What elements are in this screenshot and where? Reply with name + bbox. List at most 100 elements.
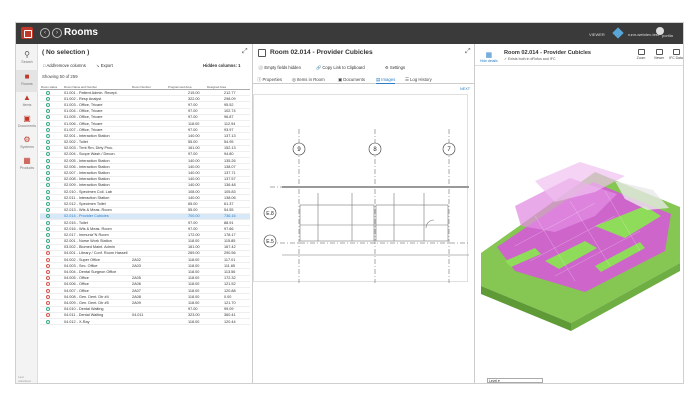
room-icon — [258, 49, 266, 57]
room-number-cell: 2A02 — [132, 257, 141, 262]
sidebar-item-products[interactable]: ▦ Products — [16, 154, 38, 176]
programmed-area-cell: 140.00 — [188, 133, 200, 138]
ifc-data-label: IFC Data — [669, 56, 683, 60]
designed-area-cell: 138.07 — [224, 164, 236, 169]
designed-area-cell: 137.71 — [224, 171, 236, 176]
room-name-cell: 02.003 - Trmt Rm, Dirty Proc. — [64, 146, 114, 151]
export-button[interactable]: ↘ Export — [96, 63, 113, 68]
add-remove-columns-button[interactable]: □ Add/remove columns — [43, 63, 86, 68]
room-name-cell: 04.009 - Gen. Dent. Dtr #5 — [64, 300, 109, 305]
back-icon[interactable]: ‹ — [40, 28, 50, 38]
room-number-cell: 2A05 — [132, 276, 141, 281]
room-name-cell: 02.017 - Immuniz"N Room — [64, 232, 109, 237]
designed-area-cell: 0.00 — [224, 294, 232, 299]
sidebar-item-documents[interactable]: ▣ Documents — [16, 112, 38, 134]
copy-link-label: Copy Link to Clipboard — [322, 65, 365, 70]
designed-area-cell: 117.01 — [224, 257, 236, 262]
list-toolbar: □ Add/remove columns ↘ Export Hidden col… — [41, 63, 251, 71]
room-name-cell: 02.016 - Wts & Meas. Room — [64, 226, 112, 231]
programmed-area-cell: 97.00 — [188, 220, 198, 225]
status-ok-icon — [46, 201, 50, 206]
designed-area-cell: 172.32 — [224, 276, 236, 281]
page-title: Rooms — [64, 27, 98, 38]
sidebar-item-systems[interactable]: ⚙ Systems — [16, 133, 38, 155]
sidebar-item-rooms[interactable]: ■ Rooms — [16, 70, 38, 92]
sidebar-footer: Last refreshed — [18, 375, 31, 383]
status-ok-icon — [46, 183, 50, 188]
app-logo — [21, 27, 33, 39]
column-header[interactable]: Programmed Area — [168, 85, 191, 89]
3d-model-view[interactable] — [475, 66, 683, 377]
status-ok-icon — [46, 102, 50, 107]
copy-link-button[interactable]: 🔗 Copy Link to Clipboard — [316, 65, 365, 71]
status-ok-icon — [46, 319, 50, 324]
column-header[interactable]: Room Number — [132, 85, 151, 89]
designed-area-cell: 61.37 — [224, 201, 234, 206]
room-number-cell: 2A08 — [132, 294, 141, 299]
status-error-icon — [46, 282, 50, 287]
programmed-area-cell: 118.00 — [188, 121, 200, 126]
programmed-area-cell: 161.00 — [188, 146, 200, 151]
sidebar-item-label: Items — [22, 103, 32, 107]
room-number-cell: 2A06 — [132, 282, 141, 287]
hide-details-button[interactable]: ▦ Hide details — [480, 52, 498, 63]
designed-area-cell: 152.13 — [224, 146, 236, 151]
designed-area-cell: 167.42 — [224, 245, 236, 250]
programmed-area-cell: 215.00 — [188, 90, 200, 95]
designed-area-cell: 736.16 — [224, 214, 236, 219]
designed-area-cell: 360.41 — [224, 313, 236, 318]
designed-area-cell: 54.55 — [224, 208, 234, 213]
viewer-button[interactable]: Viewer — [651, 49, 667, 60]
designed-area-cell: 290.56 — [224, 251, 236, 256]
room-icon: ■ — [24, 72, 30, 81]
sidebar-item-search[interactable]: ⚲ Search — [16, 48, 38, 70]
room-name-cell: 02.014 - Provider Cubicles — [64, 214, 109, 219]
tab-log-history[interactable]: ☰ Log History — [405, 77, 432, 83]
next-link[interactable]: NEXT — [460, 87, 470, 91]
viewer-icon — [655, 49, 663, 55]
user-name[interactable]: portila — [662, 33, 673, 38]
programmed-area-cell: 118.00 — [188, 263, 200, 268]
table-row[interactable]: 04.012 - X-Ray 118.00 120.44 — [40, 319, 250, 326]
column-header[interactable]: Designed Area — [207, 85, 226, 89]
expand-icon[interactable]: ⤢ — [465, 48, 471, 56]
designed-area-cell: 298.09 — [224, 96, 236, 101]
status-ok-icon — [46, 121, 50, 126]
room-name-cell: 01.003 - Office, Tricare — [64, 102, 103, 107]
hidden-columns-count[interactable]: Hidden columns: 1 — [203, 63, 240, 68]
designed-area-cell: 97.66 — [224, 226, 234, 231]
tab-documents[interactable]: ▣ Documents — [338, 77, 365, 83]
designed-area-cell: 96.87 — [224, 115, 234, 120]
list-title: ( No selection ) — [42, 49, 90, 56]
forward-icon[interactable]: › — [52, 28, 62, 38]
settings-button[interactable]: ⚙ Settings — [385, 65, 405, 70]
column-header[interactable]: Room Name and Number — [64, 85, 97, 89]
sidebar-item-items[interactable]: ▲ Items — [16, 91, 38, 113]
tab-properties[interactable]: ⓘ Properties — [257, 77, 282, 83]
ifc-data-button[interactable]: IFC Data — [668, 49, 683, 60]
status-error-icon — [46, 263, 50, 268]
viewer-cube-icon[interactable] — [612, 27, 624, 39]
room-name-cell: 04.005 - Office — [64, 276, 89, 281]
tab-items-in-room[interactable]: ◎ Items in Room — [292, 77, 325, 83]
column-header[interactable]: Room status — [41, 85, 57, 89]
tab-images[interactable]: ▤ Images — [376, 77, 396, 84]
status-error-icon — [46, 313, 50, 318]
status-ok-icon — [46, 152, 50, 157]
status-ok-icon — [46, 158, 50, 163]
status-error-icon — [46, 300, 50, 305]
programmed-area-cell: 97.00 — [188, 102, 198, 107]
floor-plan-image[interactable]: 9 8 7 E.8 E.5 — [253, 94, 469, 283]
designed-area-cell: 212.77 — [224, 90, 236, 95]
zoom-icon — [637, 49, 645, 55]
programmed-area-cell: 118.00 — [188, 239, 200, 244]
zoom-button[interactable]: Zoom — [633, 49, 649, 60]
programmed-area-cell: 108.00 — [188, 189, 200, 194]
documents-icon: ▣ — [23, 114, 31, 123]
status-ok-icon — [46, 220, 50, 225]
level-select[interactable]: Level ▾ — [487, 378, 543, 383]
viewer-label[interactable]: VIEWER — [589, 32, 605, 37]
status-error-icon — [46, 270, 50, 275]
empty-fields-toggle[interactable]: ⚪ Empty fields hidden — [258, 65, 301, 71]
expand-icon[interactable]: ⤢ — [242, 48, 248, 56]
